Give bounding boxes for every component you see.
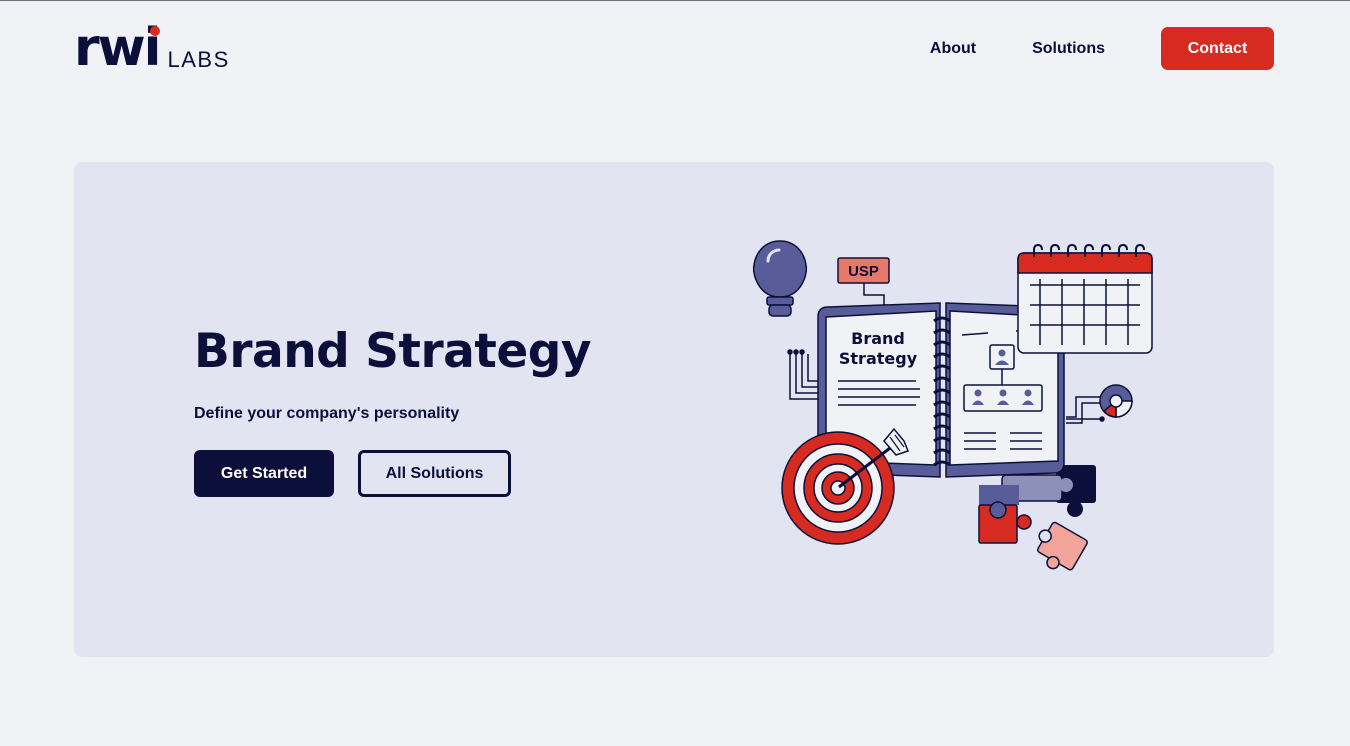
nav-about-link[interactable]: About xyxy=(930,40,976,58)
calendar-icon xyxy=(1017,243,1153,354)
contact-button[interactable]: Contact xyxy=(1161,27,1274,70)
target-icon xyxy=(781,431,895,545)
get-started-button[interactable]: Get Started xyxy=(194,450,334,497)
usp-label: USP xyxy=(848,263,879,280)
hero-subtitle: Define your company's personality xyxy=(194,405,460,422)
hero-section: Brand Strategy Define your company's per… xyxy=(74,162,1274,657)
circuit-lines xyxy=(787,349,818,400)
nav-solutions-link[interactable]: Solutions xyxy=(1032,40,1105,58)
book-title-line1: Brand xyxy=(851,329,905,348)
puzzle-icon xyxy=(978,465,1096,571)
hero-title: Brand Strategy xyxy=(194,324,592,379)
all-solutions-button[interactable]: All Solutions xyxy=(358,450,511,497)
logo[interactable]: rwi LABS xyxy=(74,18,230,78)
main-nav: About Solutions Contact xyxy=(930,27,1274,70)
logo-subtitle: LABS xyxy=(167,47,230,72)
logo-wordmark: rwi xyxy=(74,18,162,78)
book-title-line2: Strategy xyxy=(839,349,918,368)
lightbulb-icon xyxy=(752,240,808,317)
usp-tag: USP xyxy=(837,257,890,309)
logo-dot xyxy=(150,26,160,36)
brand-strategy-illustration: USP Brand Strategy xyxy=(752,240,1153,571)
pie-chart-icon xyxy=(1066,384,1133,424)
